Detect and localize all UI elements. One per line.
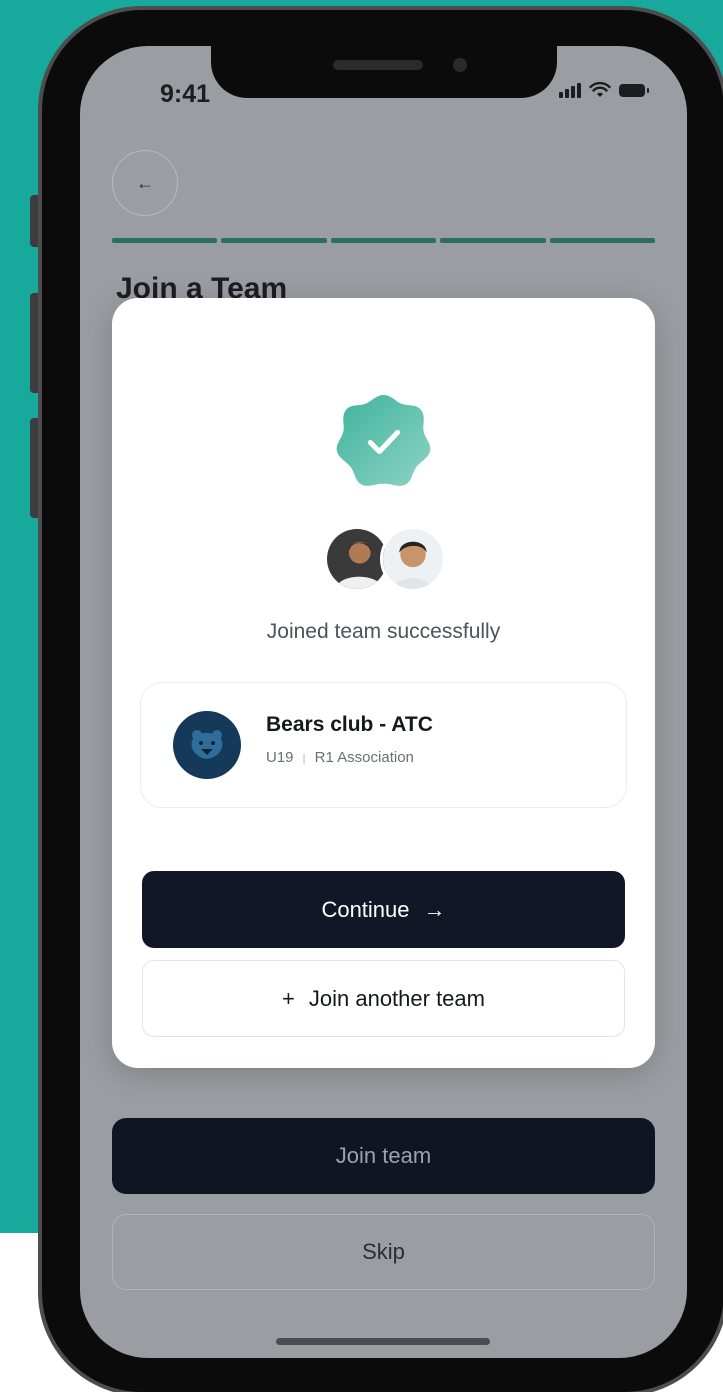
success-message: Joined team successfully (266, 620, 501, 643)
plus-icon: + (282, 985, 295, 1011)
back-button[interactable]: ← (112, 150, 178, 216)
team-name: Bears club - ATC (266, 713, 433, 736)
team-meta: U19 | R1 Association (266, 749, 414, 766)
signal-icon (559, 82, 581, 98)
status-time: 9:41 (160, 80, 211, 108)
bear-logo-icon (173, 711, 241, 779)
team-card: Bears club - ATC U19 | R1 Association (140, 682, 627, 808)
progress-step (549, 238, 656, 243)
home-indicator (276, 1338, 490, 1345)
skip-button[interactable]: Skip (112, 1214, 655, 1290)
progress-step (221, 238, 327, 243)
join-another-label: Join another team (308, 985, 485, 1011)
team-age-group: U19 (266, 749, 294, 766)
progress-step (440, 238, 546, 243)
team-association: R1 Association (314, 749, 414, 766)
continue-label: Continue (321, 896, 410, 922)
join-team-button[interactable]: Join team (112, 1118, 655, 1194)
progress-step (112, 238, 218, 243)
join-another-team-button[interactable]: + Join another team (142, 960, 625, 1037)
progress-step (330, 238, 437, 243)
back-arrow-icon: ← (136, 172, 154, 193)
meta-separator: | (302, 750, 306, 765)
wifi-icon (589, 82, 611, 97)
step-progress (112, 238, 656, 243)
battery-icon (619, 83, 649, 97)
member-avatars (318, 526, 458, 596)
status-icons (559, 82, 649, 98)
arrow-right-icon: → (423, 896, 446, 922)
notch (211, 46, 557, 98)
continue-button[interactable]: Continue → (142, 871, 625, 948)
success-modal: Joined team successfully Bears club - AT… (112, 298, 655, 1068)
avatar (380, 526, 446, 592)
check-badge-icon (336, 395, 431, 486)
